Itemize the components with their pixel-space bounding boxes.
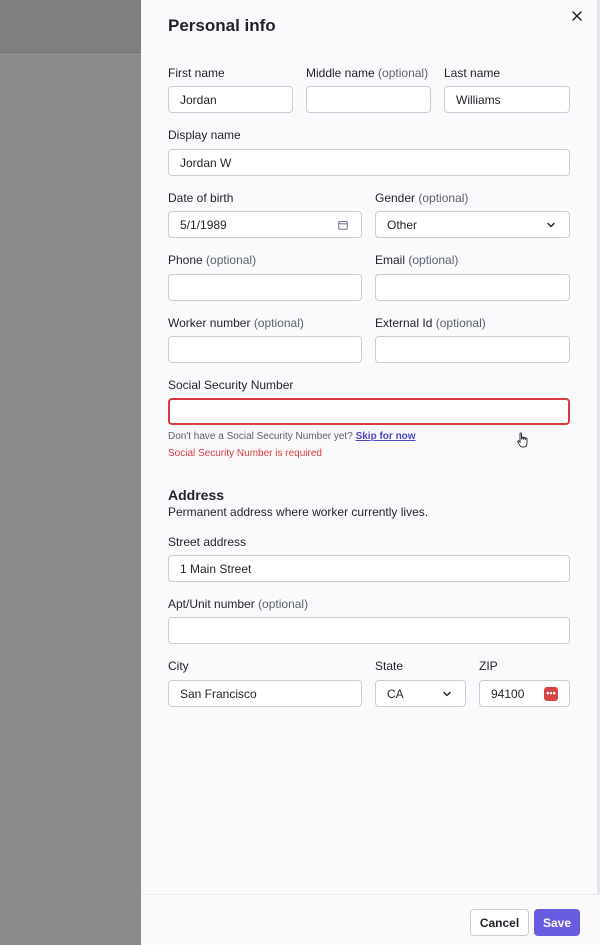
- address-section-subtitle: Permanent address where worker currently…: [168, 505, 429, 519]
- worker-number-label: Worker number (optional): [168, 316, 304, 330]
- page-backdrop[interactable]: [0, 0, 141, 945]
- email-label: Email (optional): [375, 253, 459, 267]
- state-label: State: [375, 659, 404, 673]
- phone-field[interactable]: [168, 274, 362, 301]
- gender-select[interactable]: Other: [375, 211, 570, 238]
- zip-label: ZIP: [479, 659, 498, 673]
- external-id-label: External Id (optional): [375, 316, 486, 330]
- chevron-down-icon: [440, 687, 454, 701]
- apt-unit-label: Apt/Unit number (optional): [168, 597, 309, 611]
- ssn-hint: Don't have a Social Security Number yet?…: [168, 431, 416, 442]
- dob-field[interactable]: 5/1/1989: [168, 211, 362, 238]
- worker-number-field[interactable]: [168, 336, 362, 363]
- middle-name-label: Middle name (optional): [306, 66, 429, 80]
- dob-label: Date of birth: [168, 191, 234, 205]
- middle-name-field[interactable]: [306, 86, 431, 113]
- calendar-icon[interactable]: [336, 218, 350, 232]
- ssn-error-message: Social Security Number is required: [168, 448, 322, 459]
- address-section-title: Address: [168, 487, 225, 503]
- ssn-label: Social Security Number: [168, 378, 294, 392]
- state-select[interactable]: CA: [375, 680, 466, 707]
- phone-label: Phone (optional): [168, 253, 257, 267]
- personal-info-panel: Personal info First name Jordan Middle n…: [141, 0, 600, 945]
- street-address-field[interactable]: 1 Main Street: [168, 555, 570, 582]
- zip-field[interactable]: 94100 •••: [479, 680, 570, 707]
- external-id-field[interactable]: [375, 336, 570, 363]
- panel-title: Personal info: [168, 16, 276, 35]
- close-icon[interactable]: [569, 8, 585, 24]
- ssn-field[interactable]: [168, 398, 570, 425]
- backdrop-header: [0, 0, 141, 53]
- display-name-label: Display name: [168, 128, 241, 142]
- autofill-dots-icon[interactable]: •••: [544, 686, 558, 701]
- panel-footer: Cancel Save: [141, 894, 600, 945]
- save-button[interactable]: Save: [534, 909, 580, 936]
- display-name-field[interactable]: Jordan W: [168, 149, 570, 176]
- hand-cursor-icon: [517, 432, 529, 448]
- chevron-down-icon: [544, 218, 558, 232]
- last-name-label: Last name: [444, 66, 501, 80]
- skip-for-now-link[interactable]: Skip for now: [356, 431, 416, 442]
- last-name-field[interactable]: Williams: [444, 86, 570, 113]
- cancel-button[interactable]: Cancel: [470, 909, 529, 936]
- city-field[interactable]: San Francisco: [168, 680, 362, 707]
- first-name-field[interactable]: Jordan: [168, 86, 293, 113]
- gender-label: Gender (optional): [375, 191, 469, 205]
- city-label: City: [168, 659, 189, 673]
- email-field[interactable]: [375, 274, 570, 301]
- first-name-label: First name: [168, 66, 225, 80]
- apt-unit-field[interactable]: [168, 617, 570, 644]
- street-address-label: Street address: [168, 535, 247, 549]
